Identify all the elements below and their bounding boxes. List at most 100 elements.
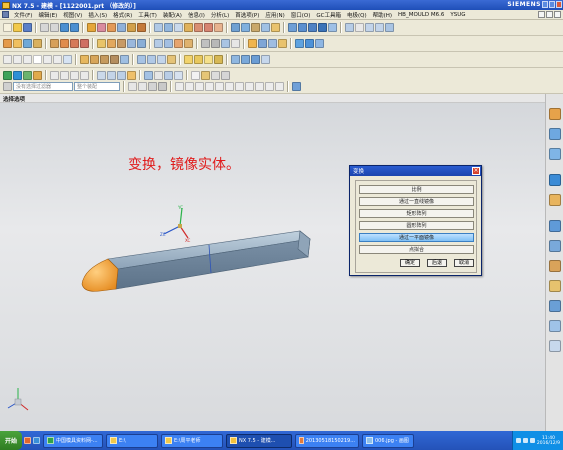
view-top-icon[interactable] [288,23,297,32]
dimension-icon[interactable] [194,55,203,64]
snap-center-icon[interactable] [70,71,79,80]
rotate-icon[interactable] [385,23,394,32]
shaded-icon[interactable] [345,23,354,32]
snap-quad-icon[interactable] [275,82,284,91]
app-drafting-icon[interactable] [23,71,32,80]
rectangle-icon[interactable] [43,55,52,64]
block-icon[interactable] [50,39,59,48]
option-scale-button[interactable]: 比例 [359,185,474,194]
cylinder-icon[interactable] [60,39,69,48]
offset-face-icon[interactable] [251,23,260,32]
minimize-button[interactable] [542,1,548,8]
snap-midpoint-icon[interactable] [60,71,69,80]
render-icon[interactable] [305,39,314,48]
process-studio-icon[interactable] [549,260,561,272]
section-curve-icon[interactable] [110,55,119,64]
text-icon[interactable] [33,55,42,64]
menu-hb-mould[interactable]: HB_MOULD M6.6 [395,12,447,18]
chamfer-icon[interactable] [164,23,173,32]
task-paint[interactable]: 006.jpg - 画图 [362,433,414,448]
spline-icon[interactable] [63,55,72,64]
menu-electrode[interactable]: 电极(Q) [344,11,370,19]
menu-application[interactable]: 应用(N) [262,11,287,19]
save-icon[interactable] [23,23,32,32]
select-all-icon[interactable] [128,82,137,91]
measure-angle-icon[interactable] [211,39,220,48]
snapshot-icon[interactable] [315,39,324,48]
shell-icon[interactable] [174,23,183,32]
hole-icon[interactable] [117,23,126,32]
swept-icon[interactable] [107,39,116,48]
through-curves-icon[interactable] [97,39,106,48]
reuse-library-icon[interactable] [549,194,561,206]
maximize-button[interactable] [549,1,555,8]
tray-volume-icon[interactable] [522,438,528,443]
cone-icon[interactable] [70,39,79,48]
intersect-icon[interactable] [214,23,223,32]
redo-icon[interactable] [70,23,79,32]
select-body-icon[interactable] [158,82,167,91]
start-button[interactable]: 开始 [0,431,22,450]
ok-button[interactable]: 确定 [400,259,420,267]
blend-icon[interactable] [154,23,163,32]
menu-ysug[interactable]: YSUG [447,12,468,18]
unite-icon[interactable] [194,23,203,32]
option-point-fit-button[interactable]: 点拟合 [359,245,474,254]
resize-blend-icon[interactable] [184,39,193,48]
snap-icon[interactable] [201,71,210,80]
menu-insert[interactable]: 插入(S) [85,11,110,19]
snap-tangent-icon[interactable] [215,82,224,91]
electrode-icon[interactable] [261,55,270,64]
wave-link-icon[interactable] [144,71,153,80]
tray-clock[interactable]: 11:40 2016/12/9 [537,436,560,446]
mirror-icon[interactable] [271,23,280,32]
mold-wizard-icon[interactable] [231,55,240,64]
app-assembly-icon[interactable] [13,71,22,80]
task-image-file[interactable]: 20130518150219... [295,433,359,448]
select-feature-icon[interactable] [148,82,157,91]
trim-body-icon[interactable] [231,23,240,32]
tray-ime-icon[interactable] [529,438,535,443]
task-mould-site[interactable]: 中国模具资料网-... [43,433,103,448]
sphere-icon[interactable] [80,39,89,48]
undo-icon[interactable] [60,23,69,32]
expression-icon[interactable] [154,71,163,80]
annotation-icon[interactable] [184,55,193,64]
dialog-title-bar[interactable]: 变换 × [350,166,481,176]
snap-quadrant-icon[interactable] [80,71,89,80]
assembly-nav-icon[interactable] [97,71,106,80]
task-nx-modeling[interactable]: NX 7.5 - 建模... [226,433,292,448]
history-palette-icon[interactable] [549,220,561,232]
option-rect-array-button[interactable]: 矩形阵列 [359,209,474,218]
snap-arc-center-icon[interactable] [205,82,214,91]
split-body-icon[interactable] [241,23,250,32]
zoom-icon[interactable] [375,23,384,32]
view-front-icon[interactable] [298,23,307,32]
datum-plane-icon[interactable] [13,39,22,48]
core-cavity-icon[interactable] [251,55,260,64]
menu-preferences[interactable]: 首选项(P) [232,11,262,19]
filter-icon[interactable] [211,71,220,80]
draft-icon[interactable] [184,23,193,32]
close-window-button[interactable] [556,1,562,8]
explode-icon[interactable] [127,71,136,80]
back-button[interactable]: 后退 [427,259,447,267]
option-mirror-plane-button[interactable]: 通过一平面镜像 [359,233,474,242]
datum-axis-icon[interactable] [23,39,32,48]
menu-edit[interactable]: 编辑(E) [35,11,60,19]
open-icon[interactable] [13,23,22,32]
edit-object-display-icon[interactable] [248,39,257,48]
pocket-icon[interactable] [137,23,146,32]
snap-on-face-icon[interactable] [235,82,244,91]
delete-face-icon[interactable] [174,39,183,48]
dialog-close-icon[interactable]: × [472,167,480,175]
app-modeling-icon[interactable] [3,71,12,80]
wcs-icon[interactable] [278,39,287,48]
quicklaunch-desktop-icon[interactable] [33,437,40,444]
menu-arrow-icon[interactable] [3,82,12,91]
circle-icon[interactable] [23,55,32,64]
menu-gc-toolkit[interactable]: GC工具箱 [313,11,344,19]
patch-icon[interactable] [137,39,146,48]
history-icon[interactable] [174,71,183,80]
show-hide-icon[interactable] [231,39,240,48]
